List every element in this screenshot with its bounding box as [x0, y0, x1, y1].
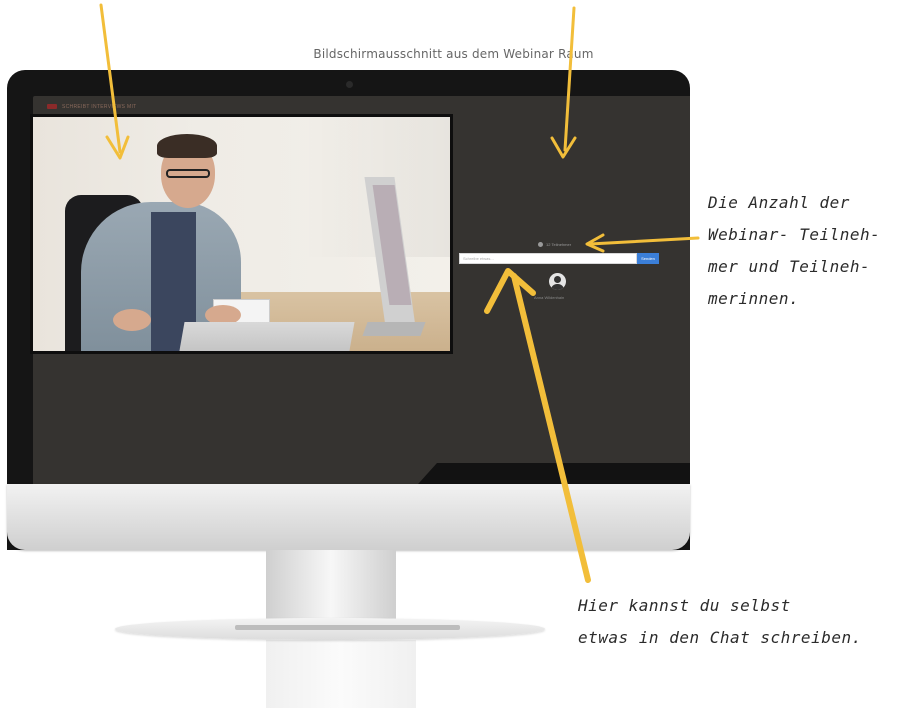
- video-frame: [33, 117, 450, 351]
- monitor-chin: [7, 484, 690, 550]
- room-title: SCHREIBT INTERVIEWS MIT: [62, 104, 137, 110]
- chat-input[interactable]: [459, 253, 637, 264]
- annotation-line: Webinar- Teilneh-: [708, 225, 881, 244]
- presenter-glasses: [166, 169, 210, 178]
- annotation-chat: Hier kannst du selbst etwas in den Chat …: [578, 590, 907, 654]
- monitor-stand-lower: [266, 640, 416, 708]
- avatar-head: [554, 276, 561, 283]
- person-icon: [538, 242, 543, 247]
- participant-count-label: 12 Teilnehmer: [546, 242, 572, 247]
- background-monitor-stand: [362, 322, 426, 336]
- image-caption: Bildschirmausschnitt aus dem Webinar Rau…: [313, 47, 594, 61]
- monitor-base-groove: [235, 625, 460, 630]
- monitor-stand: [266, 550, 396, 625]
- presenter-video[interactable]: [30, 114, 453, 354]
- annotation-line: etwas in den Chat schreiben.: [578, 628, 862, 647]
- annotation-line: merinnen.: [708, 289, 800, 308]
- send-button[interactable]: Senden: [637, 253, 659, 264]
- annotation-participants: Die Anzahl der Webinar- Teilneh- mer und…: [708, 187, 907, 315]
- participant-count: 12 Teilnehmer: [538, 242, 571, 247]
- presenter-hand-left: [113, 309, 151, 331]
- avatar: [549, 273, 566, 290]
- annotation-line: Die Anzahl der: [708, 193, 850, 212]
- laptop: [177, 322, 355, 351]
- attendee-name: Anna Wildenhain: [534, 295, 565, 300]
- annotation-line: Hier kannst du selbst: [578, 596, 791, 615]
- annotation-line: mer und Teilneh-: [708, 257, 871, 276]
- presenter-hair: [157, 134, 217, 158]
- avatar-body: [551, 284, 564, 290]
- camera-icon: [346, 81, 353, 88]
- room-logo: [47, 104, 57, 109]
